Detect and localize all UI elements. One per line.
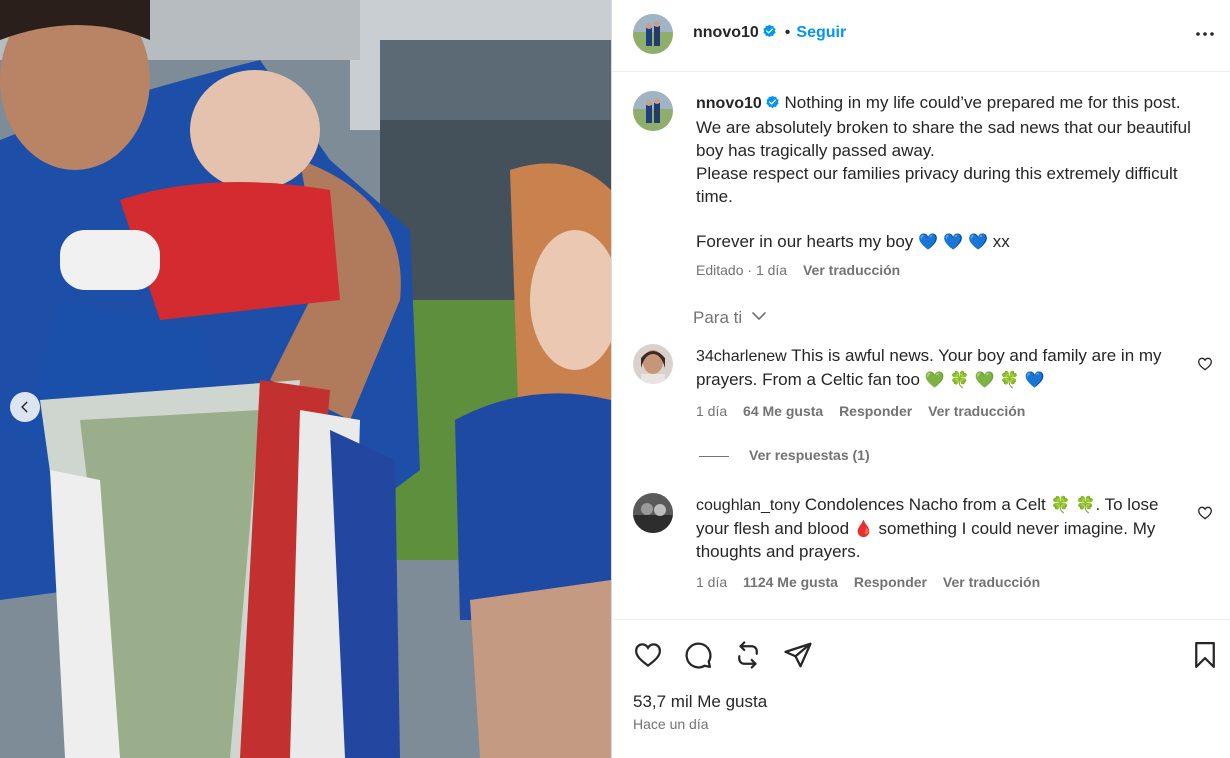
author-username[interactable]: nnovo10 bbox=[693, 24, 759, 41]
caption-avatar[interactable] bbox=[633, 91, 673, 131]
verified-badge-icon bbox=[762, 24, 777, 44]
like-button[interactable] bbox=[633, 640, 663, 670]
post-actions: 53,7 mil Me gusta Hace un día bbox=[612, 619, 1230, 758]
view-replies-label: Ver respuestas (1) bbox=[749, 447, 870, 463]
comment-like-button[interactable] bbox=[1197, 505, 1213, 521]
caption-line-3-suffix: xx bbox=[992, 232, 1010, 251]
author-avatar[interactable] bbox=[633, 14, 673, 54]
comment-username[interactable]: 34charlenew bbox=[696, 348, 787, 365]
comment-meta: 1 día 1124 Me gusta Responder Ver traduc… bbox=[696, 574, 1052, 590]
repost-button[interactable] bbox=[733, 640, 763, 670]
caption-username[interactable]: nnovo10 bbox=[696, 95, 762, 112]
edited-label: Editado bbox=[696, 262, 744, 278]
comment-likes[interactable]: 64 Me gusta bbox=[743, 403, 823, 419]
comment-translate-link[interactable]: Ver traducción bbox=[943, 574, 1040, 590]
caption-text: nnovo10 Nothing in my life could’ve prep… bbox=[696, 91, 1206, 282]
commenter-avatar[interactable] bbox=[633, 493, 673, 533]
verified-badge-icon bbox=[765, 93, 780, 116]
comment-filter-dropdown[interactable]: Para ti bbox=[693, 308, 767, 328]
comment-time: 1 día bbox=[696, 574, 728, 590]
clover-emojis: 🍀 🍀 bbox=[1050, 495, 1096, 514]
comment-like-button[interactable] bbox=[1197, 356, 1213, 372]
comment-text: 34charlenew This is awful news. Your boy… bbox=[696, 344, 1181, 391]
comment-emojis: 💚 🍀 💚 🍀 💙 bbox=[924, 370, 1045, 389]
post-header: nnovo10 • Seguir bbox=[612, 0, 1230, 72]
heart-icon bbox=[1197, 506, 1213, 520]
carousel-prev-button[interactable] bbox=[10, 392, 40, 422]
blood-drop-emoji: 🩸 bbox=[853, 519, 874, 538]
likes-count[interactable]: 53,7 mil Me gusta bbox=[633, 692, 767, 712]
bookmark-icon bbox=[1195, 642, 1215, 668]
chevron-left-icon bbox=[21, 401, 28, 413]
caption-line-3: Forever in our hearts my boy bbox=[696, 232, 914, 251]
separator-dot: • bbox=[784, 24, 791, 41]
follow-button[interactable]: Seguir bbox=[796, 24, 846, 41]
caption-line-2: Please respect our families privacy duri… bbox=[696, 164, 1178, 206]
share-button[interactable] bbox=[783, 640, 813, 670]
caption-translate-link[interactable]: Ver traducción bbox=[803, 262, 900, 278]
caption-meta: Editado · 1 día Ver traducción bbox=[696, 262, 901, 278]
more-options-button[interactable] bbox=[1193, 22, 1217, 46]
post-panel: nnovo10 • Seguir nnovo10 Nothing in my l… bbox=[611, 0, 1230, 758]
header-user: nnovo10 • Seguir bbox=[693, 24, 846, 44]
comment-button[interactable] bbox=[683, 640, 713, 670]
post-photo[interactable] bbox=[0, 0, 611, 758]
view-replies-button[interactable]: Ver respuestas (1) bbox=[699, 447, 870, 463]
photo-illustration bbox=[0, 0, 611, 758]
chevron-down-icon bbox=[752, 312, 766, 320]
save-button[interactable] bbox=[1190, 640, 1220, 670]
comment-icon bbox=[685, 642, 712, 669]
blue-heart-emojis: 💙 💙 💙 bbox=[918, 232, 988, 251]
comment-time: 1 día bbox=[696, 403, 728, 419]
heart-icon bbox=[634, 643, 662, 668]
commenter-avatar[interactable] bbox=[633, 344, 673, 384]
post-time: Hace un día bbox=[633, 716, 709, 732]
repost-icon bbox=[738, 641, 758, 669]
edited-time: 1 día bbox=[755, 262, 788, 278]
comment-item: 34charlenew This is awful news. Your boy… bbox=[633, 344, 1213, 424]
comment-meta: 1 día 64 Me gusta Responder Ver traducci… bbox=[696, 403, 1037, 419]
comments-area[interactable]: nnovo10 Nothing in my life could’ve prep… bbox=[612, 73, 1230, 619]
reply-button[interactable]: Responder bbox=[854, 574, 927, 590]
comment-text: coughlan_tony Condolences Nacho from a C… bbox=[696, 493, 1181, 563]
comment-body-1: Condolences Nacho from a Celt bbox=[804, 495, 1046, 514]
comment-item: coughlan_tony Condolences Nacho from a C… bbox=[633, 493, 1213, 593]
comment-username[interactable]: coughlan_tony bbox=[696, 497, 800, 514]
reply-button[interactable]: Responder bbox=[839, 403, 912, 419]
comment-likes[interactable]: 1124 Me gusta bbox=[743, 574, 838, 590]
share-icon bbox=[784, 642, 812, 668]
heart-icon bbox=[1197, 357, 1213, 371]
comment-translate-link[interactable]: Ver traducción bbox=[928, 403, 1025, 419]
more-icon bbox=[1196, 32, 1214, 36]
filter-label: Para ti bbox=[693, 308, 743, 327]
